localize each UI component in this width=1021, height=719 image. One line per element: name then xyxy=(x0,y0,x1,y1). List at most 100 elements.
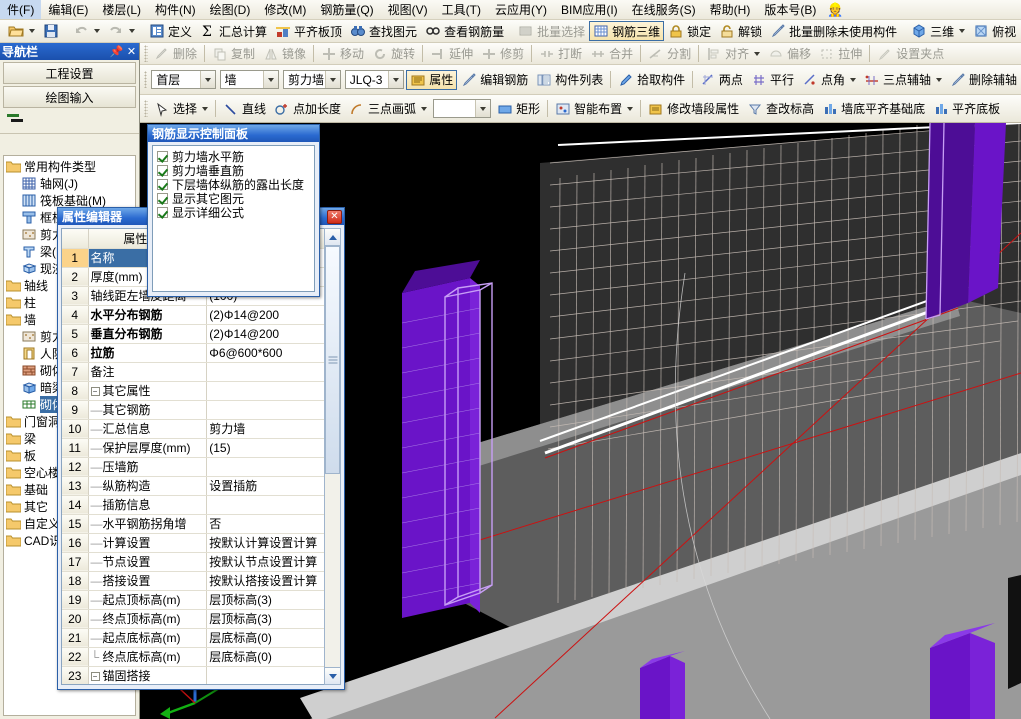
table-row[interactable]: 4 水平分布钢筋 (2)Φ14@200 xyxy=(62,305,326,324)
smart-layout-button[interactable]: 智能布置 xyxy=(551,99,637,119)
table-row[interactable]: 12 —压墙筋 xyxy=(62,457,326,476)
pin-icon[interactable]: 📌 xyxy=(109,44,124,59)
menu-item-draw[interactable]: 绘图(D) xyxy=(203,0,258,20)
rectangle-tool-button[interactable]: 矩形 xyxy=(493,99,544,119)
extend-button[interactable]: 延伸 xyxy=(426,44,477,64)
checkbox-icon[interactable] xyxy=(157,179,168,190)
property-value[interactable] xyxy=(207,400,326,419)
scroll-thumb[interactable] xyxy=(325,246,340,474)
batch-delete-unused-button[interactable]: 批量删除未使用构件 xyxy=(766,21,901,41)
scroll-up-button[interactable] xyxy=(325,229,340,246)
three-point-arc-button[interactable]: 三点画弧 xyxy=(345,99,431,119)
menu-item-modify[interactable]: 修改(M) xyxy=(257,0,313,20)
nav-stack-icon[interactable] xyxy=(6,112,28,129)
unlock-button[interactable]: 解锁 xyxy=(715,21,766,41)
stretch-button[interactable]: 拉伸 xyxy=(815,44,866,64)
undo-button[interactable] xyxy=(69,21,104,41)
table-row[interactable]: 17 —节点设置 按默认节点设置计算 xyxy=(62,552,326,571)
table-row[interactable]: 15 —水平钢筋拐角增 否 xyxy=(62,514,326,533)
rotate-button[interactable]: 旋转 xyxy=(368,44,419,64)
property-value[interactable]: 设置插筋 xyxy=(207,476,326,495)
property-value[interactable]: 层底标高(0) xyxy=(207,628,326,647)
break-button[interactable]: 打断 xyxy=(535,44,586,64)
property-value[interactable]: 按默认计算设置计算 xyxy=(207,533,326,552)
table-row[interactable]: 23 −锚固搭接 xyxy=(62,666,326,685)
redo-button[interactable] xyxy=(104,21,139,41)
menu-item-help[interactable]: 帮助(H) xyxy=(703,0,758,20)
copy-button[interactable]: 复制 xyxy=(208,44,259,64)
lock-button[interactable]: 锁定 xyxy=(664,21,715,41)
table-row[interactable]: 5 垂直分布钢筋 (2)Φ14@200 xyxy=(62,324,326,343)
rebar-3d-button[interactable]: 钢筋三维 xyxy=(589,21,664,41)
select-tool-button[interactable]: 选择 xyxy=(150,99,212,119)
menu-item-cloud[interactable]: 云应用(Y) xyxy=(488,0,554,20)
property-value[interactable] xyxy=(207,381,326,400)
checkbox-icon[interactable] xyxy=(157,193,168,204)
member-list-button[interactable]: 构件列表 xyxy=(532,70,607,90)
two-point-button[interactable]: 两点 xyxy=(696,70,747,90)
property-value[interactable] xyxy=(207,362,326,381)
checkbox-icon[interactable] xyxy=(157,151,168,162)
check-elevation-button[interactable]: 查改标高 xyxy=(743,99,818,119)
property-name-group[interactable]: −锚固搭接 xyxy=(88,666,207,685)
top-view-button[interactable]: 俯视 xyxy=(969,21,1021,41)
table-row[interactable]: 19 —起点顶标高(m) 层顶标高(3) xyxy=(62,590,326,609)
split-button[interactable]: 分割 xyxy=(644,44,695,64)
property-value[interactable]: (2)Φ14@200 xyxy=(207,324,326,343)
delete-button[interactable]: 删除 xyxy=(150,44,201,64)
scroll-down-button[interactable] xyxy=(325,667,340,684)
property-value[interactable]: 按默认节点设置计算 xyxy=(207,552,326,571)
menu-item-member[interactable]: 构件(N) xyxy=(148,0,203,20)
chevron-down-icon[interactable] xyxy=(263,71,278,88)
edit-rebar-button[interactable]: 编辑钢筋 xyxy=(457,70,532,90)
property-value[interactable]: 层顶标高(3) xyxy=(207,609,326,628)
merge-button[interactable]: 合并 xyxy=(586,44,637,64)
find-element-button[interactable]: 查找图元 xyxy=(346,21,421,41)
chevron-down-icon[interactable] xyxy=(388,71,403,88)
chevron-down-icon[interactable] xyxy=(200,71,215,88)
table-row[interactable]: 9 —其它钢筋 xyxy=(62,400,326,419)
collapse-icon[interactable]: − xyxy=(91,387,100,396)
worker-avatar-icon[interactable]: 👷 xyxy=(823,2,847,18)
subtype-combo[interactable]: 剪力墙 xyxy=(283,70,341,89)
property-value[interactable]: 否 xyxy=(207,514,326,533)
point-angle-button[interactable]: 点角 xyxy=(798,70,860,90)
draw-option-combo[interactable] xyxy=(433,99,491,118)
property-value[interactable]: Φ6@600*600 xyxy=(207,343,326,362)
nav-button-project-settings[interactable]: 工程设置 xyxy=(3,62,136,84)
align-button[interactable]: 对齐 xyxy=(702,44,764,64)
line-tool-button[interactable]: 直线 xyxy=(219,99,270,119)
close-icon[interactable]: ✕ xyxy=(124,44,139,59)
menu-item-floor[interactable]: 楼层(L) xyxy=(95,0,148,20)
open-file-button[interactable] xyxy=(4,21,39,41)
chevron-down-icon[interactable] xyxy=(325,71,340,88)
table-row[interactable]: 11 —保护层厚度(mm) (15) xyxy=(62,438,326,457)
menu-item-view[interactable]: 视图(V) xyxy=(381,0,435,20)
nav-button-drawing-input[interactable]: 绘图输入 xyxy=(3,86,136,108)
property-value[interactable]: 剪力墙 xyxy=(207,419,326,438)
table-row[interactable]: 8 −其它属性 xyxy=(62,381,326,400)
toolbar-grip[interactable] xyxy=(144,100,148,117)
define-button[interactable]: 定义 xyxy=(145,21,196,41)
table-row[interactable]: 21 —起点底标高(m) 层底标高(0) xyxy=(62,628,326,647)
table-row[interactable]: 13 —纵筋构造 设置插筋 xyxy=(62,476,326,495)
property-value[interactable]: (15) xyxy=(207,438,326,457)
property-value[interactable] xyxy=(207,457,326,476)
close-icon[interactable]: ✕ xyxy=(327,210,342,224)
menu-item-bim[interactable]: BIM应用(I) xyxy=(554,0,625,20)
table-row[interactable]: 7 备注 xyxy=(62,362,326,381)
pick-member-button[interactable]: 拾取构件 xyxy=(614,70,689,90)
chevron-down-icon[interactable] xyxy=(475,100,490,117)
batch-select-button[interactable]: 批量选择 xyxy=(514,21,589,41)
property-button[interactable]: 属性 xyxy=(406,70,457,90)
table-row[interactable]: 14 —插筋信息 xyxy=(62,495,326,514)
point-length-tool-button[interactable]: 点加长度 xyxy=(270,99,345,119)
tree-node-axis-grid[interactable]: 轴网(J) xyxy=(4,175,135,192)
offset-button[interactable]: 偏移 xyxy=(764,44,815,64)
category-combo[interactable]: 墙 xyxy=(220,70,279,89)
parallel-button[interactable]: 平行 xyxy=(747,70,798,90)
menu-item-online-service[interactable]: 在线服务(S) xyxy=(625,0,703,20)
table-row[interactable]: 18 —搭接设置 按默认搭接设置计算 xyxy=(62,571,326,590)
set-grip-point-button[interactable]: 设置夹点 xyxy=(873,44,948,64)
menu-item-edit[interactable]: 编辑(E) xyxy=(41,0,95,20)
